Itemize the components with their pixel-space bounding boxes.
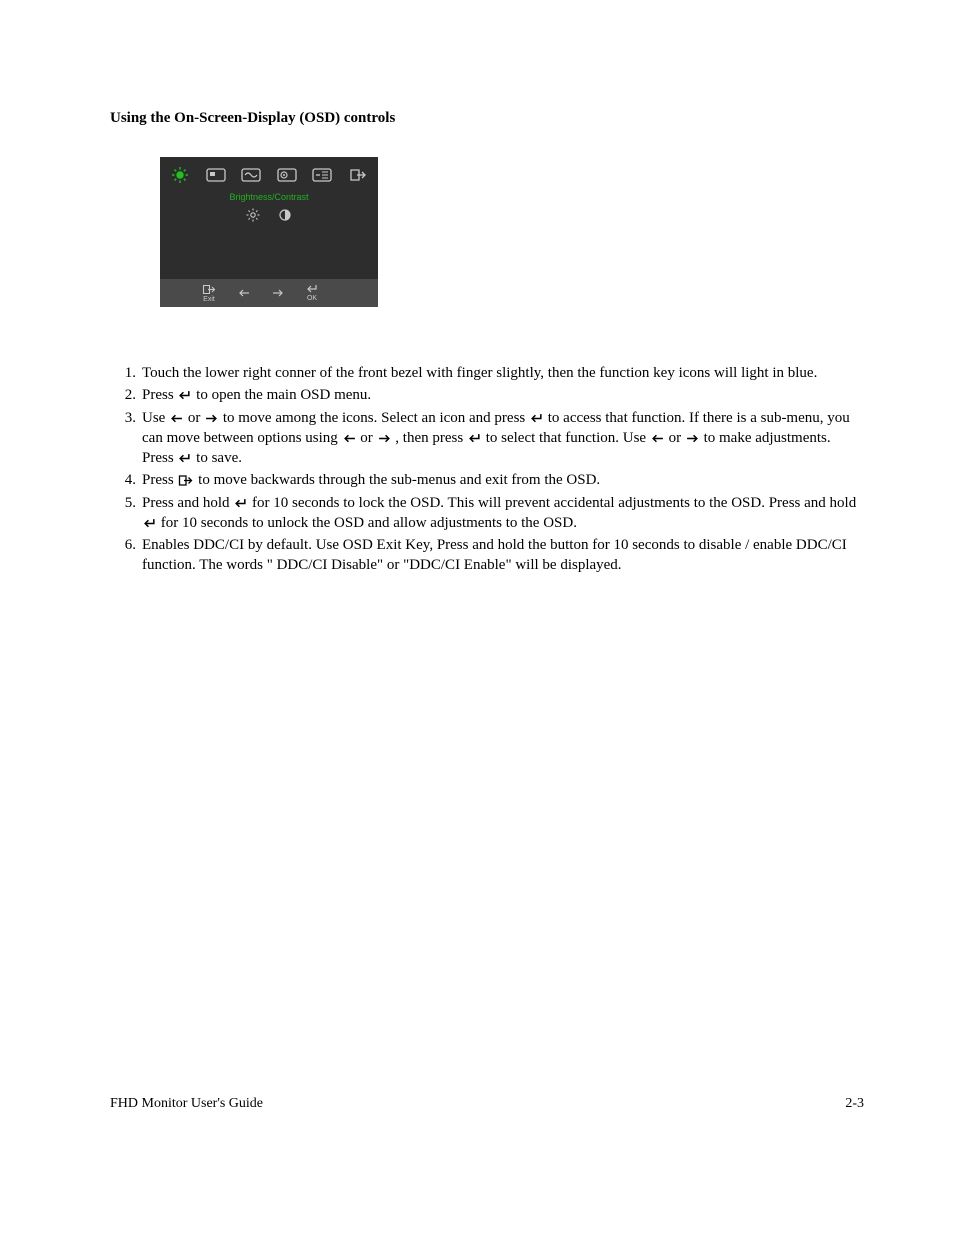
- bottom-left-arrow: [238, 289, 250, 297]
- step-6: 6. Enables DDC/CI by default. Use OSD Ex…: [110, 535, 864, 576]
- options-icon: [312, 167, 332, 183]
- step-3: 3. Use or to move among the icons. Selec…: [110, 408, 864, 469]
- osd-sub-icons: [160, 208, 378, 227]
- left-arrow-icon: [343, 434, 356, 443]
- step-2: 2. Press to open the main OSD menu.: [110, 385, 864, 405]
- enter-icon: [143, 518, 156, 529]
- left-arrow-icon: [651, 434, 664, 443]
- brightness-icon: [170, 167, 190, 183]
- enter-icon: [234, 498, 247, 509]
- page-footer: FHD Monitor User's Guide 2-3: [110, 1096, 864, 1112]
- enter-icon: [178, 453, 191, 464]
- image-properties-icon: [277, 167, 297, 183]
- image-setup-icon: [241, 167, 261, 183]
- page-number: 2-3: [845, 1096, 864, 1112]
- sun-icon: [246, 208, 260, 227]
- section-heading: Using the On-Screen-Display (OSD) contro…: [110, 110, 864, 127]
- osd-menu-figure: Brightness/Contrast: [160, 157, 378, 307]
- enter-icon: [468, 433, 481, 444]
- osd-bottom-bar: Exit OK: [160, 279, 378, 307]
- enter-icon: [178, 390, 191, 401]
- enter-icon: [530, 413, 543, 424]
- step-1: 1. Touch the lower right conner of the f…: [110, 363, 864, 383]
- right-arrow-icon: [205, 414, 218, 423]
- osd-tab-row: [160, 157, 378, 186]
- exit-icon: [178, 474, 193, 487]
- left-arrow-icon: [170, 414, 183, 423]
- bottom-right-arrow: [272, 289, 284, 297]
- right-arrow-icon: [378, 434, 391, 443]
- step-5: 5. Press and hold for 10 seconds to lock…: [110, 493, 864, 534]
- instructions: 1. Touch the lower right conner of the f…: [110, 363, 864, 576]
- right-arrow-icon: [686, 434, 699, 443]
- position-icon: [206, 167, 226, 183]
- step-4: 4. Press to move backwards through the s…: [110, 470, 864, 490]
- osd-section-label: Brightness/Contrast: [160, 192, 378, 202]
- bottom-exit: Exit: [202, 284, 216, 303]
- exit-icon: [348, 167, 368, 183]
- contrast-icon: [278, 208, 292, 227]
- bottom-ok: OK: [306, 284, 318, 302]
